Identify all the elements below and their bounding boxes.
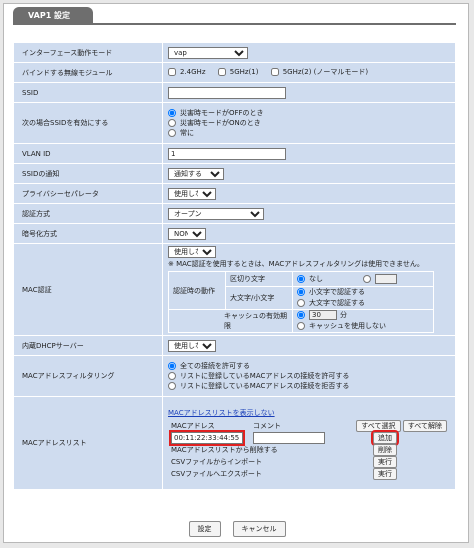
page-title: VAP1 設定	[13, 7, 93, 23]
ssid-label: SSID	[14, 83, 162, 102]
dhcp-select[interactable]: 使用しない	[168, 339, 216, 352]
delete-button[interactable]: 削除	[373, 443, 397, 456]
deselect-all-button[interactable]: すべて解除	[402, 419, 447, 432]
ssid-enable-label: 次の場合SSIDを有効にする	[14, 103, 162, 143]
module-label: バインドする無線モジュール	[14, 63, 162, 82]
settings-table: インターフェース動作モード vap バインドする無線モジュール 2.4GHz 5…	[13, 42, 456, 490]
case-upper-radio[interactable]	[297, 299, 305, 307]
footer-actions: 設定 キャンセル	[0, 521, 474, 537]
ssid-enable-off-radio[interactable]	[168, 109, 176, 117]
mac-filter-allow-list-radio[interactable]	[168, 372, 176, 380]
csv-import-button[interactable]: 実行	[373, 455, 397, 468]
csv-import-label: CSVファイルからインポート	[168, 455, 331, 468]
dhcp-label: 内蔵DHCPサーバー	[14, 336, 162, 355]
interface-mode-label: インターフェース動作モード	[14, 43, 162, 62]
cache-none-radio[interactable]	[297, 322, 305, 330]
save-button[interactable]: 設定	[188, 521, 221, 537]
delimiter-none-radio[interactable]	[297, 274, 305, 283]
module-5g2-label: 5GHz(2) (ノーマルモード)	[282, 68, 369, 76]
module-5g1-checkbox[interactable]	[217, 68, 226, 76]
cache-none-label: キャッシュを使用しない	[309, 322, 386, 330]
auth-label: 認証方式	[14, 204, 162, 223]
mac-list-label: MACアドレスリスト	[14, 397, 162, 489]
ssid-enable-always-label: 常に	[180, 129, 194, 137]
mac-filter-allow-all-radio[interactable]	[168, 362, 176, 370]
csv-export-label: CSVファイルへエクスポート	[168, 467, 331, 480]
add-button[interactable]: 追加	[371, 429, 399, 446]
cache-unit-label: 分	[340, 311, 347, 319]
ssid-notify-select[interactable]: 通知する	[168, 167, 224, 180]
case-lower-label: 小文字で認証する	[309, 288, 365, 296]
delimiter-label: 区切り文字	[226, 272, 292, 286]
module-5g2-checkbox[interactable]	[270, 68, 279, 76]
vlan-label: VLAN ID	[14, 144, 162, 163]
comment-column-header: コメント	[250, 419, 331, 432]
auth-action-label: 認証時の動作	[169, 272, 225, 309]
privacy-label: プライバシーセパレータ	[14, 184, 162, 203]
select-all-button[interactable]: すべて選択	[356, 419, 401, 432]
mac-filter-allow-list-label: リストに登録しているMACアドレスの接続を許可する	[180, 372, 350, 380]
mac-filter-label: MACアドレスフィルタリング	[14, 356, 162, 396]
module-2g-label: 2.4GHz	[180, 68, 206, 76]
mac-auth-select[interactable]: 使用しない	[168, 246, 216, 258]
comment-input[interactable]	[253, 431, 325, 444]
module-5g1-label: 5GHz(1)	[229, 68, 259, 76]
privacy-select[interactable]: 使用しない	[168, 187, 216, 200]
mac-filter-deny-list-radio[interactable]	[168, 382, 176, 390]
case-upper-label: 大文字で認証する	[309, 299, 365, 307]
mac-address-input[interactable]	[169, 429, 245, 446]
encrypt-select[interactable]: NONE	[168, 227, 206, 240]
mac-auth-note: ※ MAC認証を使用するときは、MACアドレスフィルタリングは使用できません。	[168, 260, 424, 268]
delimiter-custom-input[interactable]	[375, 273, 398, 284]
delete-from-list-label: MACアドレスリストから削除する	[168, 443, 331, 456]
interface-mode-select[interactable]: vap	[168, 46, 248, 59]
mac-list-table: MACアドレス コメント すべて選択 すべて解除 追加 MACアドレスリストから…	[168, 419, 450, 480]
module-2g-checkbox[interactable]	[168, 68, 176, 76]
mac-list-hide-link[interactable]: MACアドレスリストを表示しない	[168, 408, 275, 418]
title-divider	[13, 23, 456, 25]
cancel-button[interactable]: キャンセル	[232, 521, 286, 537]
ssid-enable-on-label: 災害時モードがONのとき	[180, 119, 261, 127]
ssid-enable-on-radio[interactable]	[168, 119, 176, 127]
delimiter-custom-radio[interactable]	[363, 274, 372, 283]
ssid-enable-always-radio[interactable]	[168, 129, 176, 137]
cache-minutes-input[interactable]	[309, 310, 337, 320]
delimiter-none-label: なし	[309, 274, 323, 283]
mac-column-header: MACアドレス	[168, 419, 250, 432]
auth-select[interactable]: オープン	[168, 207, 264, 220]
mac-auth-action-table: 認証時の動作 区切り文字 なし 大文字/小文字 小文字で認証する 大文字で認証す…	[168, 271, 434, 333]
ssid-input[interactable]	[168, 86, 286, 99]
mac-filter-allow-all-label: 全ての接続を許可する	[180, 362, 250, 370]
ssid-notify-label: SSIDの通知	[14, 164, 162, 183]
cache-label: キャッシュの有効期限	[169, 310, 292, 332]
encrypt-label: 暗号化方式	[14, 224, 162, 243]
ssid-enable-off-label: 災害時モードがOFFのとき	[180, 109, 264, 117]
csv-export-button[interactable]: 実行	[373, 467, 397, 480]
vlan-input[interactable]	[168, 147, 286, 160]
case-label: 大文字/小文字	[226, 287, 292, 309]
case-lower-radio[interactable]	[297, 288, 305, 296]
cache-minutes-radio[interactable]	[297, 311, 305, 319]
mac-auth-label: MAC認証	[14, 244, 162, 335]
mac-filter-deny-list-label: リストに登録しているMACアドレスの接続を拒否する	[180, 382, 350, 390]
